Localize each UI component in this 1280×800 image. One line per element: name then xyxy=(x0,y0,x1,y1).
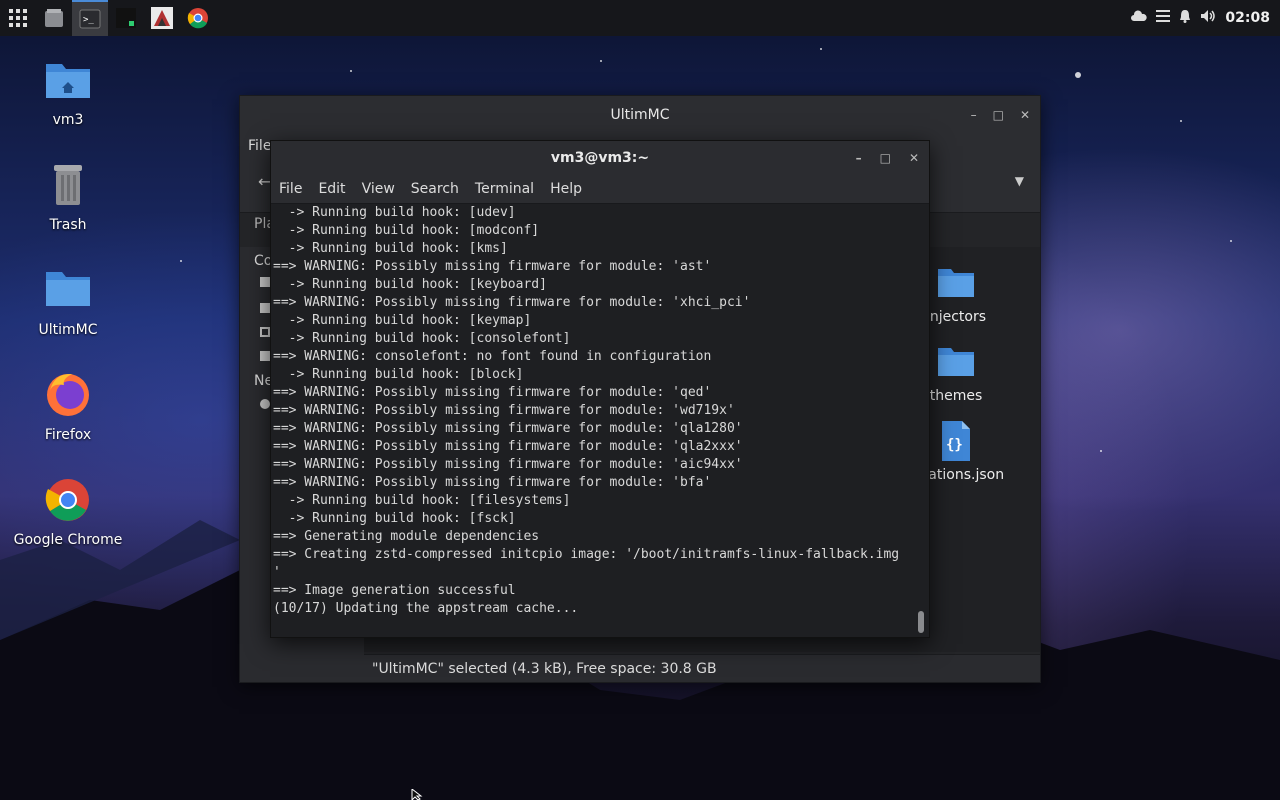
menu-view[interactable]: View xyxy=(362,181,395,197)
terminal-output[interactable]: -> Running build hook: [udev] -> Running… xyxy=(271,204,917,634)
menu-terminal[interactable]: Terminal xyxy=(475,181,534,197)
firefox-icon xyxy=(40,367,96,423)
terminal-line: ==> WARNING: Possibly missing firmware f… xyxy=(273,475,712,490)
svg-text:>_: >_ xyxy=(83,15,94,25)
terminal-line: -> Running build hook: [filesystems] xyxy=(273,493,571,508)
menu-bar: File Edit View Search Terminal Help xyxy=(271,175,929,204)
terminal-icon[interactable]: >_ xyxy=(72,0,108,36)
terminal-line: -> Running build hook: [kms] xyxy=(273,241,508,256)
star xyxy=(180,260,182,262)
terminal-line: -> Running build hook: [udev] xyxy=(273,205,516,220)
terminal-line: ' xyxy=(273,565,281,580)
desktop-icon-label: Trash xyxy=(49,217,87,233)
minimize-button[interactable]: – xyxy=(856,151,862,165)
terminal-line: -> Running build hook: [consolefont] xyxy=(273,331,571,346)
top-panel: >_ 02:08 xyxy=(0,0,1280,36)
star xyxy=(600,60,602,62)
home-icon[interactable] xyxy=(260,277,270,287)
terminal-line: ==> Creating zstd-compressed initcpio im… xyxy=(273,547,900,562)
menu-icon[interactable] xyxy=(1156,10,1171,26)
close-button[interactable]: ✕ xyxy=(909,151,919,165)
ultimmc-icon[interactable] xyxy=(144,0,180,36)
desktop-icon-label: vm3 xyxy=(52,112,84,128)
folder-icon xyxy=(40,262,96,318)
trash-icon xyxy=(40,157,96,213)
network-icon[interactable] xyxy=(260,399,270,409)
chrome-icon[interactable] xyxy=(180,0,216,36)
terminal-line: ==> WARNING: Possibly missing firmware f… xyxy=(273,295,751,310)
terminal-line: (10/17) Updating the appstream cache... xyxy=(273,601,579,616)
star xyxy=(350,70,352,72)
window-titlebar[interactable]: UltimMC – □ ✕ xyxy=(240,96,1040,134)
terminal-line: ==> WARNING: Possibly missing firmware f… xyxy=(273,403,735,418)
desktop-icon-label: UltimMC xyxy=(38,322,98,338)
terminal-line: -> Running build hook: [block] xyxy=(273,367,524,382)
svg-text:{}: {} xyxy=(946,437,963,453)
terminal-line: ==> WARNING: Possibly missing firmware f… xyxy=(273,259,712,274)
terminal-line: ==> WARNING: Possibly missing firmware f… xyxy=(273,457,743,472)
desktop-icon-trash[interactable]: Trash xyxy=(8,157,128,233)
trash-icon[interactable] xyxy=(260,351,270,361)
terminal-line: -> Running build hook: [keymap] xyxy=(273,313,532,328)
system-monitor-icon[interactable] xyxy=(108,0,144,36)
json-file-icon: {} xyxy=(934,419,978,463)
star xyxy=(820,48,822,50)
system-tray: 02:08 xyxy=(1131,0,1270,36)
star xyxy=(1100,450,1102,452)
scrollbar[interactable] xyxy=(918,611,924,633)
terminal-line: ==> WARNING: Possibly missing firmware f… xyxy=(273,421,743,436)
menu-search[interactable]: Search xyxy=(411,181,459,197)
app-grid-icon[interactable] xyxy=(0,0,36,36)
mouse-cursor-icon xyxy=(411,789,423,800)
minimize-button[interactable]: – xyxy=(971,108,977,122)
chevron-down-icon[interactable]: ▼ xyxy=(1015,174,1024,188)
window-title: UltimMC xyxy=(610,107,670,123)
menu-edit[interactable]: Edit xyxy=(318,181,345,197)
terminal-line: -> Running build hook: [modconf] xyxy=(273,223,540,238)
maximize-button[interactable]: □ xyxy=(993,108,1004,122)
terminal-line: ==> WARNING: Possibly missing firmware f… xyxy=(273,439,743,454)
menu-file[interactable]: File xyxy=(248,138,271,154)
bell-icon[interactable] xyxy=(1179,9,1191,27)
star xyxy=(1180,120,1182,122)
desktop-icon-label: Google Chrome xyxy=(13,532,123,548)
desktop-icon-google-chrome[interactable]: Google Chrome xyxy=(8,472,128,548)
terminal-window: vm3@vm3:~ – □ ✕ File Edit View Search Te… xyxy=(270,140,930,638)
file-manager-icon[interactable] xyxy=(36,0,72,36)
home-folder-icon xyxy=(40,52,96,108)
menu-file[interactable]: File xyxy=(279,181,302,197)
folder-icon xyxy=(934,261,978,305)
window-title: vm3@vm3:~ xyxy=(550,150,650,166)
terminal-line: ==> Generating module dependencies xyxy=(273,529,540,544)
terminal-line: ==> Image generation successful xyxy=(273,583,516,598)
cloud-icon[interactable] xyxy=(1131,10,1148,26)
clock[interactable]: 02:08 xyxy=(1225,10,1270,26)
terminal-line: -> Running build hook: [keyboard] xyxy=(273,277,547,292)
disk-icon[interactable] xyxy=(260,327,270,337)
star xyxy=(1230,240,1232,242)
desktop-icon-firefox[interactable]: Firefox xyxy=(8,367,128,443)
terminal-line: -> Running build hook: [fsck] xyxy=(273,511,516,526)
volume-icon[interactable] xyxy=(1200,9,1216,27)
window-titlebar[interactable]: vm3@vm3:~ – □ ✕ xyxy=(271,141,929,175)
desktop-icon-ultimmc[interactable]: UltimMC xyxy=(8,262,128,338)
close-button[interactable]: ✕ xyxy=(1020,108,1030,122)
desktop-icon-vm3[interactable]: vm3 xyxy=(8,52,128,128)
terminal-line: ==> WARNING: Possibly missing firmware f… xyxy=(273,385,712,400)
chrome-icon xyxy=(40,472,96,528)
status-bar: "UltimMC" selected (4.3 kB), Free space:… xyxy=(364,654,1040,682)
menu-help[interactable]: Help xyxy=(550,181,582,197)
desktop-icon-label: Firefox xyxy=(44,427,92,443)
terminal-line: ==> WARNING: consolefont: no font found … xyxy=(273,349,712,364)
maximize-button[interactable]: □ xyxy=(880,151,891,165)
desktop-icon[interactable] xyxy=(260,303,270,313)
folder-icon xyxy=(934,340,978,384)
star xyxy=(1075,72,1081,78)
